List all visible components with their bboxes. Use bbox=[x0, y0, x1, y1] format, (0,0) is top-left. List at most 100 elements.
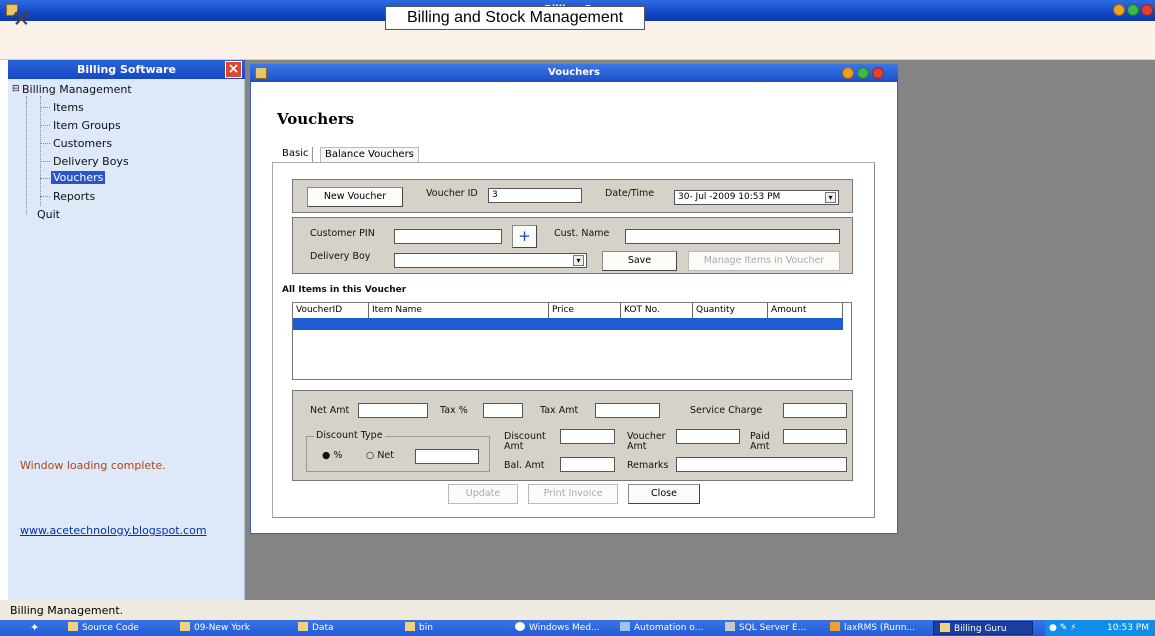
folder-icon bbox=[68, 622, 78, 631]
discount-type-label: Discount Type bbox=[314, 430, 385, 441]
taskbar: ✦ Source Code 09-New York Data bin Windo… bbox=[0, 620, 1155, 636]
manage-items-button[interactable]: Manage Items in Voucher bbox=[688, 251, 840, 271]
tree-node-items[interactable]: Items bbox=[53, 101, 84, 114]
cust-name-label: Cust. Name bbox=[554, 228, 610, 239]
update-button[interactable]: Update bbox=[448, 484, 518, 504]
folder-icon bbox=[298, 622, 308, 631]
task-sql-server[interactable]: SQL Server E... bbox=[725, 621, 806, 635]
datetime-dropdown-icon[interactable]: ▾ bbox=[825, 192, 836, 203]
task-data[interactable]: Data bbox=[298, 621, 334, 635]
window-icon bbox=[255, 67, 267, 79]
website-link[interactable]: www.acetechnology.blogspot.com bbox=[20, 524, 207, 537]
tree-node-delivery-boys[interactable]: Delivery Boys bbox=[53, 155, 129, 168]
discount-amt-label-2: Amt bbox=[504, 441, 524, 452]
tree-node-vouchers[interactable]: Vouchers bbox=[51, 171, 106, 184]
print-invoice-button[interactable]: Print Invoice bbox=[528, 484, 618, 504]
bal-amt-field[interactable] bbox=[560, 457, 615, 472]
tab-basic[interactable]: Basic bbox=[278, 147, 314, 163]
task-label: laxRMS (Runn... bbox=[844, 623, 915, 633]
percent-radio-label: % bbox=[333, 450, 343, 461]
discount-value-field[interactable] bbox=[415, 449, 479, 464]
col-amount[interactable]: Amount bbox=[768, 303, 843, 318]
col-voucher-id[interactable]: VoucherID bbox=[293, 303, 369, 318]
task-automation[interactable]: Automation o... bbox=[620, 621, 703, 635]
app-icon bbox=[830, 622, 840, 631]
app-heading: Billing and Stock Management bbox=[385, 6, 645, 30]
tree-node-billing-management[interactable]: Billing Management bbox=[22, 83, 132, 96]
task-label: 09-New York bbox=[194, 623, 250, 633]
tree-connector bbox=[40, 178, 50, 179]
maximize-button[interactable] bbox=[1127, 4, 1139, 16]
bal-amt-label: Bal. Amt bbox=[504, 460, 545, 471]
database-icon bbox=[725, 622, 735, 631]
tree-connector bbox=[26, 96, 27, 214]
delivery-boy-label: Delivery Boy bbox=[310, 251, 371, 262]
task-label: Windows Med... bbox=[529, 623, 600, 633]
folder-icon bbox=[405, 622, 415, 631]
task-new-york[interactable]: 09-New York bbox=[180, 621, 250, 635]
tools-icon[interactable]: ⚒ bbox=[12, 6, 30, 30]
task-label: Billing Guru bbox=[954, 624, 1007, 634]
vouchers-minimize-button[interactable] bbox=[842, 67, 854, 79]
net-radio[interactable]: ○ Net bbox=[366, 450, 394, 461]
task-windows-media[interactable]: Windows Med... bbox=[515, 621, 600, 635]
delivery-boy-select[interactable] bbox=[394, 253, 587, 268]
tax-amt-label: Tax Amt bbox=[540, 405, 579, 416]
tab-balance-vouchers[interactable]: Balance Vouchers bbox=[320, 147, 419, 163]
tree-collapse-icon[interactable]: ⊟ bbox=[12, 84, 20, 94]
service-charge-field[interactable] bbox=[783, 403, 847, 418]
voucher-amt-field[interactable] bbox=[676, 429, 740, 444]
page-title: Vouchers bbox=[277, 110, 355, 128]
add-customer-button[interactable]: + bbox=[512, 225, 537, 248]
tax-amt-field[interactable] bbox=[595, 403, 660, 418]
tree-node-item-groups[interactable]: Item Groups bbox=[53, 119, 121, 132]
tray-icons[interactable]: ● ✎ ⚡ bbox=[1049, 623, 1076, 633]
datetime-picker[interactable]: 30- Jul -2009 10:53 PM bbox=[674, 190, 839, 205]
radio-selected-icon: ● bbox=[322, 450, 331, 461]
task-laxrms[interactable]: laxRMS (Runn... bbox=[830, 621, 915, 635]
paid-amt-field[interactable] bbox=[783, 429, 847, 444]
net-amt-label: Net Amt bbox=[310, 405, 350, 416]
cust-name-field[interactable] bbox=[625, 229, 840, 244]
discount-amt-field[interactable] bbox=[560, 429, 615, 444]
table-row[interactable] bbox=[293, 318, 843, 330]
left-panel-close-icon[interactable]: × bbox=[225, 61, 242, 78]
tree-node-reports[interactable]: Reports bbox=[53, 190, 95, 203]
app-icon bbox=[940, 623, 950, 632]
status-message: Window loading complete. bbox=[20, 459, 166, 472]
task-label: Source Code bbox=[82, 623, 139, 633]
new-voucher-button[interactable]: New Voucher bbox=[307, 187, 403, 207]
customer-pin-field[interactable] bbox=[394, 229, 502, 244]
minimize-button[interactable] bbox=[1113, 4, 1125, 16]
remarks-field[interactable] bbox=[676, 457, 847, 472]
col-price[interactable]: Price bbox=[549, 303, 621, 318]
percent-radio[interactable]: ● % bbox=[322, 450, 342, 461]
task-billing-guru[interactable]: Billing Guru bbox=[933, 621, 1033, 635]
folder-icon bbox=[180, 622, 190, 631]
task-source-code[interactable]: Source Code bbox=[68, 621, 139, 635]
task-label: bin bbox=[419, 623, 433, 633]
vouchers-close-button[interactable] bbox=[872, 67, 884, 79]
col-kot-no[interactable]: KOT No. bbox=[621, 303, 693, 318]
voucher-id-field[interactable]: 3 bbox=[488, 188, 582, 203]
tree-connector bbox=[40, 143, 50, 144]
vouchers-maximize-button[interactable] bbox=[857, 67, 869, 79]
tree-connector bbox=[40, 96, 41, 206]
tax-pct-field[interactable] bbox=[483, 403, 523, 418]
paid-amt-label-2: Amt bbox=[750, 441, 770, 452]
task-bin[interactable]: bin bbox=[405, 621, 433, 635]
close-button[interactable] bbox=[1141, 4, 1153, 16]
tree-node-customers[interactable]: Customers bbox=[53, 137, 112, 150]
col-item-name[interactable]: Item Name bbox=[369, 303, 549, 318]
net-amt-field[interactable] bbox=[358, 403, 428, 418]
delivery-boy-dropdown-icon[interactable]: ▾ bbox=[573, 255, 584, 266]
datetime-label: Date/Time bbox=[605, 188, 655, 199]
save-button[interactable]: Save bbox=[602, 251, 677, 271]
tree-node-quit[interactable]: Quit bbox=[37, 208, 60, 221]
tree-connector bbox=[40, 196, 50, 197]
close-voucher-button[interactable]: Close bbox=[628, 484, 700, 504]
start-icon[interactable]: ✦ bbox=[30, 621, 39, 635]
col-quantity[interactable]: Quantity bbox=[693, 303, 768, 318]
service-charge-label: Service Charge bbox=[690, 405, 763, 416]
net-radio-label: Net bbox=[377, 450, 395, 461]
